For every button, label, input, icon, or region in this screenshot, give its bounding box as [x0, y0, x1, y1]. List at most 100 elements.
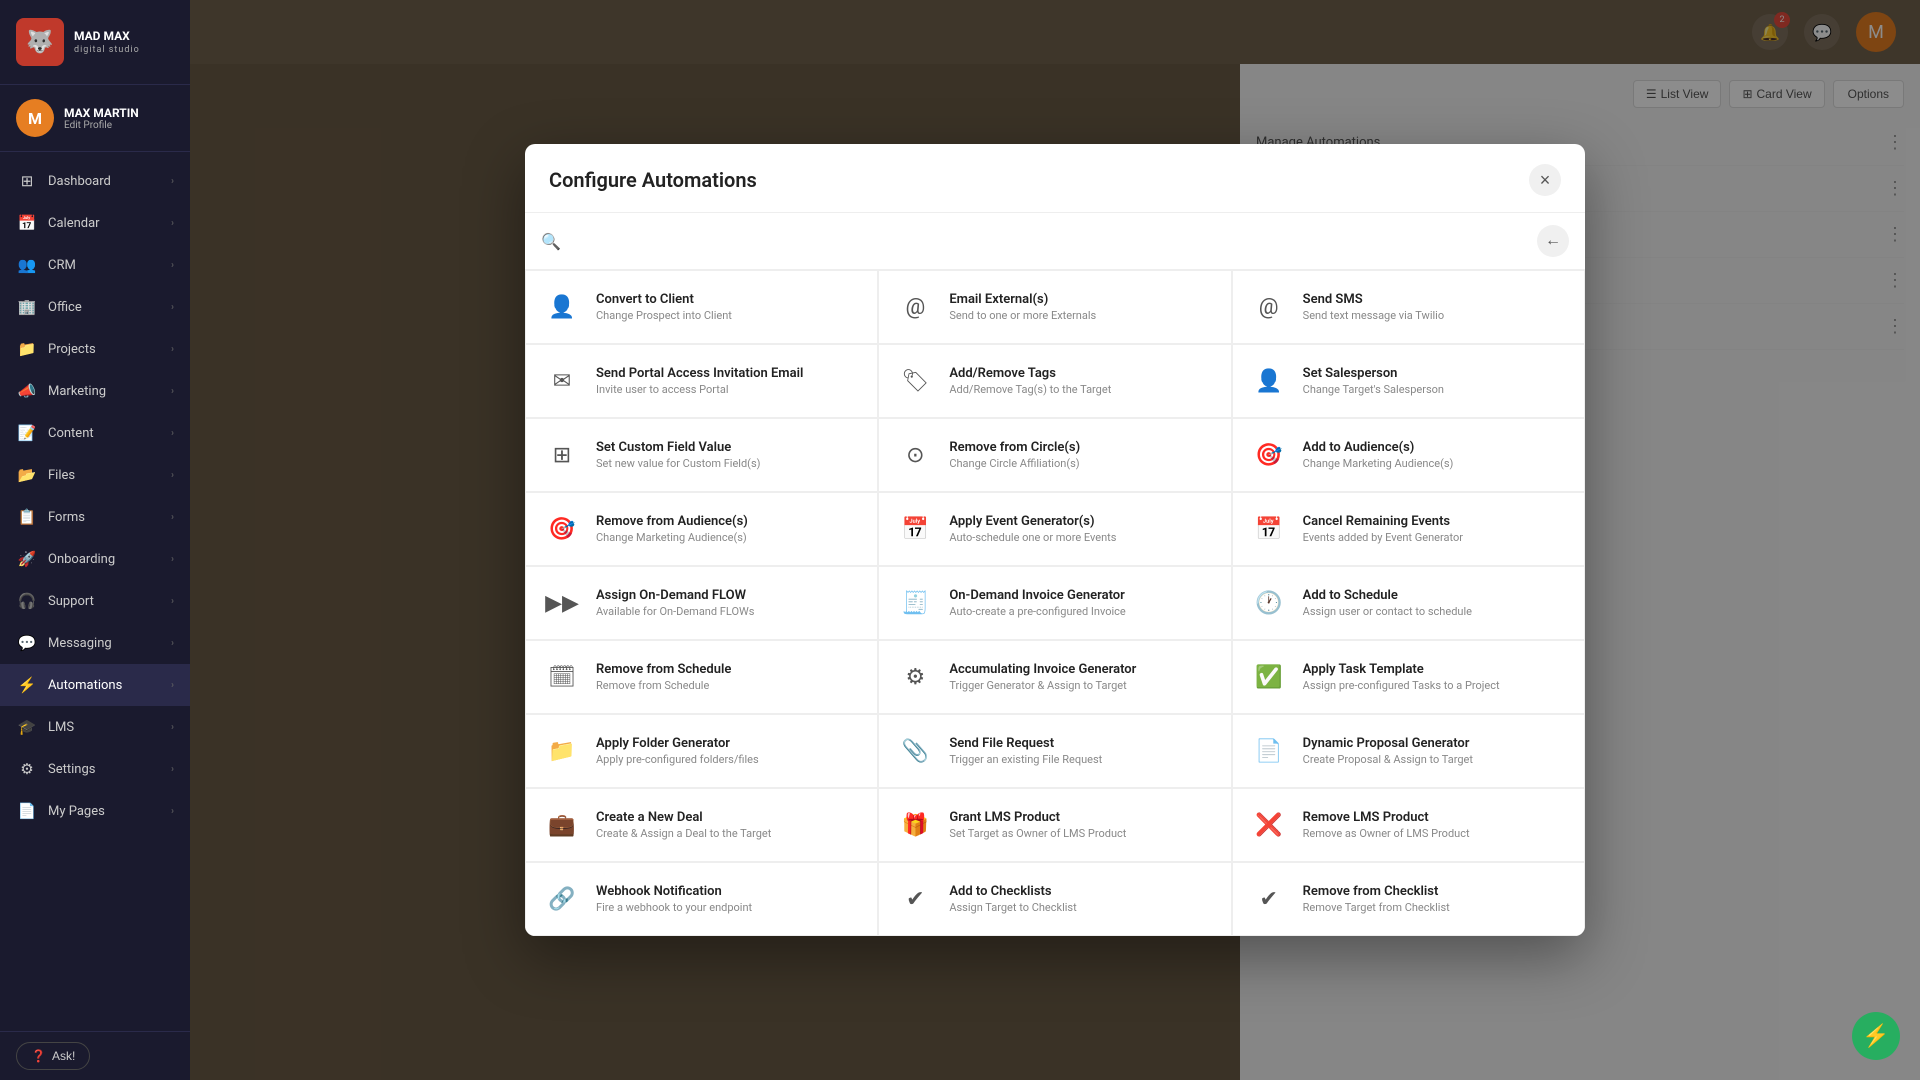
- back-button[interactable]: ←: [1537, 225, 1569, 257]
- automation-title: Apply Event Generator(s): [949, 514, 1116, 529]
- automation-item[interactable]: ✅Apply Task TemplateAssign pre-configure…: [1232, 640, 1585, 714]
- files-icon: 📂: [16, 464, 38, 486]
- sidebar-item-label: CRM: [48, 258, 171, 273]
- automation-desc: Auto-schedule one or more Events: [949, 531, 1116, 544]
- automation-desc: Create Proposal & Assign to Target: [1303, 753, 1473, 766]
- mypages-icon: 📄: [16, 800, 38, 822]
- sidebar-item-messaging[interactable]: 💬 Messaging ›: [0, 622, 190, 664]
- automation-item[interactable]: 🏷Add/Remove TagsAdd/Remove Tag(s) to the…: [878, 344, 1231, 418]
- edit-profile-link[interactable]: Edit Profile: [64, 120, 139, 131]
- automation-item[interactable]: 🕐Add to ScheduleAssign user or contact t…: [1232, 566, 1585, 640]
- sidebar-item-marketing[interactable]: 📣 Marketing ›: [0, 370, 190, 412]
- automation-desc: Set Target as Owner of LMS Product: [949, 827, 1126, 840]
- sidebar-item-files[interactable]: 📂 Files ›: [0, 454, 190, 496]
- onboarding-icon: 🚀: [16, 548, 38, 570]
- automation-title: Remove from Audience(s): [596, 514, 748, 529]
- sidebar-item-crm[interactable]: 👥 CRM ›: [0, 244, 190, 286]
- forms-icon: 📋: [16, 506, 38, 528]
- automation-desc: Remove as Owner of LMS Product: [1303, 827, 1470, 840]
- automation-item[interactable]: @Email External(s)Send to one or more Ex…: [878, 270, 1231, 344]
- modal-overlay: Configure Automations × 🔍 ← 👤Convert to …: [190, 0, 1920, 1080]
- sidebar-item-calendar[interactable]: 📅 Calendar ›: [0, 202, 190, 244]
- automation-icon: 🎯: [542, 509, 582, 549]
- automation-title: Remove from Schedule: [596, 662, 731, 677]
- app-sub: digital studio: [74, 45, 140, 55]
- search-input[interactable]: [571, 233, 1537, 249]
- automation-icon: 📎: [895, 731, 935, 771]
- configure-automations-modal: Configure Automations × 🔍 ← 👤Convert to …: [525, 144, 1585, 936]
- automation-grid: 👤Convert to ClientChange Prospect into C…: [525, 270, 1585, 936]
- sidebar-item-projects[interactable]: 📁 Projects ›: [0, 328, 190, 370]
- automation-icon: @: [1249, 287, 1289, 327]
- sidebar-item-office[interactable]: 🏢 Office ›: [0, 286, 190, 328]
- sidebar-item-support[interactable]: 🎧 Support ›: [0, 580, 190, 622]
- automation-item[interactable]: ✉Send Portal Access Invitation EmailInvi…: [525, 344, 878, 418]
- automation-item[interactable]: 📎 Send File Request Trigger an existing Fi…: [878, 714, 1231, 788]
- sidebar-item-content[interactable]: 📝 Content ›: [0, 412, 190, 454]
- automation-desc: Add/Remove Tag(s) to the Target: [949, 383, 1111, 396]
- main-content: 🔔 2 💬 M ☰ List View ⊞ Card View Options …: [190, 0, 1920, 1080]
- automation-item[interactable]: ▶▶Assign On-Demand FLOWAvailable for On-…: [525, 566, 878, 640]
- sidebar-item-label: Calendar: [48, 216, 171, 231]
- sidebar-item-label: Content: [48, 426, 171, 441]
- automation-item[interactable]: 📅Apply Event Generator(s)Auto-schedule o…: [878, 492, 1231, 566]
- automation-title: Create a New Deal: [596, 810, 771, 825]
- automation-item[interactable]: 🗓Remove from ScheduleRemove from Schedul…: [525, 640, 878, 714]
- automation-desc: Trigger an existing File Request: [949, 753, 1102, 766]
- automation-item[interactable]: 🧾On-Demand Invoice GeneratorAuto-create …: [878, 566, 1231, 640]
- close-button[interactable]: ×: [1529, 164, 1561, 196]
- automation-item[interactable]: 🎁Grant LMS ProductSet Target as Owner of…: [878, 788, 1231, 862]
- automation-item[interactable]: 🔗Webhook NotificationFire a webhook to y…: [525, 862, 878, 936]
- modal-search-bar: 🔍 ←: [525, 213, 1585, 270]
- automation-item[interactable]: 👤Set SalespersonChange Target's Salesper…: [1232, 344, 1585, 418]
- automation-item[interactable]: 💼Create a New DealCreate & Assign a Deal…: [525, 788, 878, 862]
- user-profile[interactable]: M MAX MARTIN Edit Profile: [0, 85, 190, 152]
- sidebar-item-mypages[interactable]: 📄 My Pages ›: [0, 790, 190, 832]
- automation-title: Remove from Checklist: [1303, 884, 1450, 899]
- automation-title: Apply Folder Generator: [596, 736, 759, 751]
- automation-item[interactable]: 🎯Add to Audience(s)Change Marketing Audi…: [1232, 418, 1585, 492]
- sidebar-item-forms[interactable]: 📋 Forms ›: [0, 496, 190, 538]
- automation-desc: Fire a webhook to your endpoint: [596, 901, 752, 914]
- modal-header: Configure Automations ×: [525, 144, 1585, 213]
- automation-title: On-Demand Invoice Generator: [949, 588, 1125, 603]
- automation-title: Send File Request: [949, 736, 1102, 751]
- lightning-button[interactable]: ⚡: [1852, 1012, 1900, 1060]
- automation-icon: ✅: [1249, 657, 1289, 697]
- sidebar-item-onboarding[interactable]: 🚀 Onboarding ›: [0, 538, 190, 580]
- logo-area: 🐺 MAD MAX digital studio: [0, 0, 190, 85]
- automation-desc: Change Marketing Audience(s): [1303, 457, 1454, 470]
- automation-item[interactable]: ✔Add to ChecklistsAssign Target to Check…: [878, 862, 1231, 936]
- sidebar-item-label: Support: [48, 594, 171, 609]
- automation-item[interactable]: 👤Convert to ClientChange Prospect into C…: [525, 270, 878, 344]
- automation-icon: ⚙: [895, 657, 935, 697]
- automation-item[interactable]: 🎯Remove from Audience(s)Change Marketing…: [525, 492, 878, 566]
- automation-item[interactable]: ⊞Set Custom Field ValueSet new value for…: [525, 418, 878, 492]
- sidebar-item-settings[interactable]: ⚙ Settings ›: [0, 748, 190, 790]
- automation-item[interactable]: 📅Cancel Remaining EventsEvents added by …: [1232, 492, 1585, 566]
- automation-item[interactable]: 📄Dynamic Proposal GeneratorCreate Propos…: [1232, 714, 1585, 788]
- sidebar-item-dashboard[interactable]: ⊞ Dashboard ›: [0, 160, 190, 202]
- sidebar-item-label: Automations: [48, 678, 171, 693]
- sidebar-item-automations[interactable]: ⚡ Automations ›: [0, 664, 190, 706]
- automation-title: Dynamic Proposal Generator: [1303, 736, 1473, 751]
- automation-item[interactable]: @Send SMSSend text message via Twilio: [1232, 270, 1585, 344]
- avatar: M: [16, 99, 54, 137]
- automation-desc: Change Prospect into Client: [596, 309, 732, 322]
- sidebar-item-lms[interactable]: 🎓 LMS ›: [0, 706, 190, 748]
- ask-button[interactable]: ❓ Ask!: [16, 1042, 90, 1070]
- automation-item[interactable]: ✔Remove from ChecklistRemove Target from…: [1232, 862, 1585, 936]
- automation-title: Accumulating Invoice Generator: [949, 662, 1136, 677]
- automation-item[interactable]: ❌Remove LMS ProductRemove as Owner of LM…: [1232, 788, 1585, 862]
- automation-item[interactable]: ⊙Remove from Circle(s)Change Circle Affi…: [878, 418, 1231, 492]
- automation-item[interactable]: 📁Apply Folder GeneratorApply pre-configu…: [525, 714, 878, 788]
- automation-icon: ✔: [895, 879, 935, 919]
- sidebar-item-label: Onboarding: [48, 552, 171, 567]
- automation-title: Cancel Remaining Events: [1303, 514, 1463, 529]
- automation-item[interactable]: ⚙Accumulating Invoice GeneratorTrigger G…: [878, 640, 1231, 714]
- automation-icon: 🎯: [1249, 435, 1289, 475]
- projects-icon: 📁: [16, 338, 38, 360]
- automation-desc: Send to one or more Externals: [949, 309, 1096, 322]
- sidebar-item-label: Messaging: [48, 636, 171, 651]
- automation-desc: Set new value for Custom Field(s): [596, 457, 760, 470]
